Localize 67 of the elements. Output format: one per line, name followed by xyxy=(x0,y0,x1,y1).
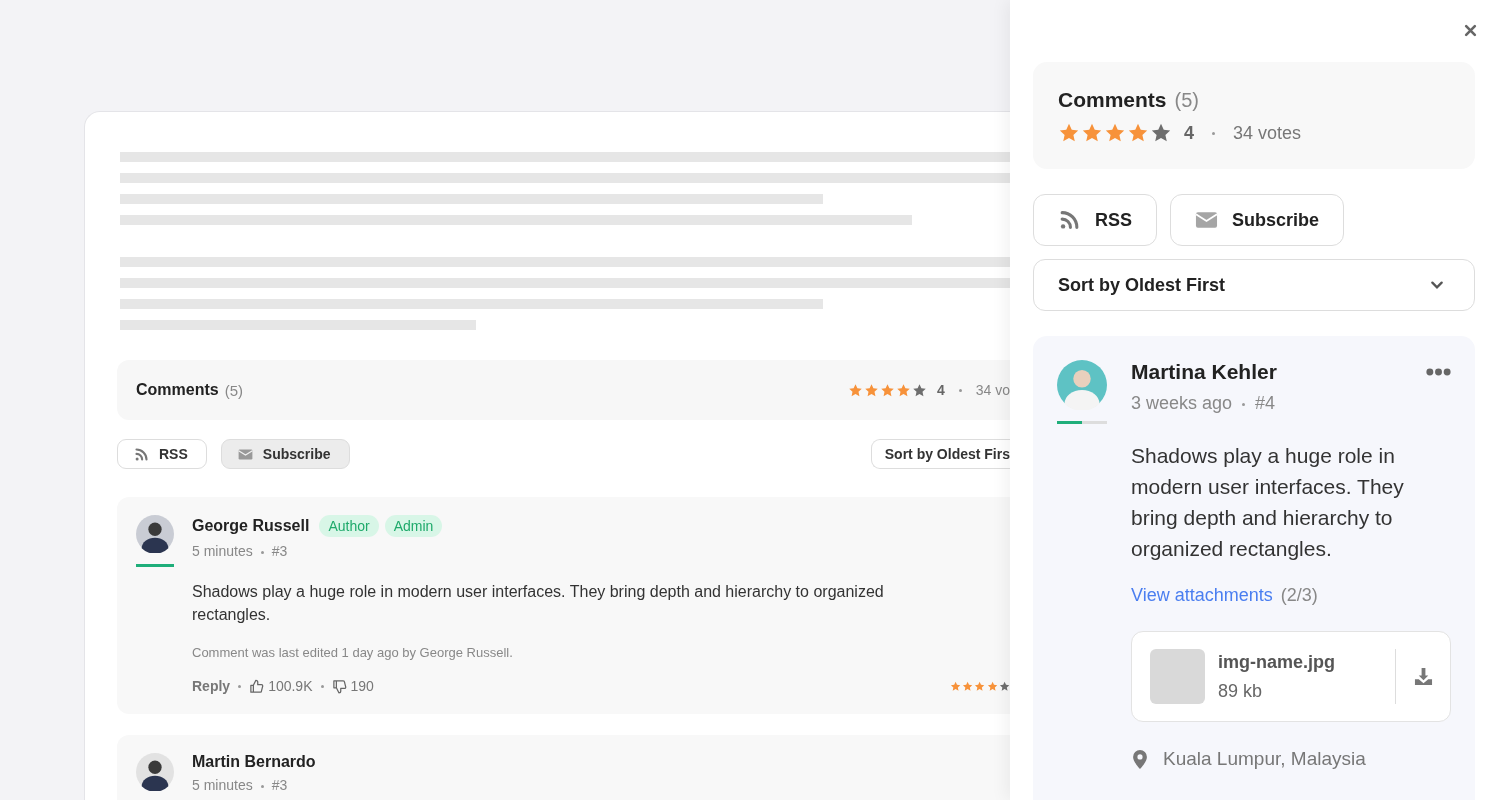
separator-dot xyxy=(1242,402,1246,406)
comments-title: Comments xyxy=(136,381,219,399)
thumbs-up-icon xyxy=(249,678,265,694)
rss-icon xyxy=(134,446,149,462)
role-badge: Author xyxy=(319,515,379,537)
comment-number: #4 xyxy=(1255,393,1276,413)
star-icon xyxy=(863,382,879,398)
comments-count: (5) xyxy=(224,381,244,399)
separator-dot xyxy=(1212,131,1215,135)
author-name: Martin Bernardo xyxy=(192,753,316,771)
attachments-link[interactable]: View attachments xyxy=(1131,585,1273,606)
subscribe-button[interactable]: Subscribe xyxy=(1170,194,1345,246)
like-button[interactable]: 100.9K xyxy=(249,678,313,694)
rating-value: 4 xyxy=(1184,122,1194,144)
avatar xyxy=(136,753,174,791)
separator-dot xyxy=(260,784,264,788)
separator-dot xyxy=(958,388,962,392)
sort-dropdown[interactable]: Sort by Oldest Firs xyxy=(870,439,1010,469)
avatar xyxy=(1057,360,1107,410)
file-name: img-name.jpg xyxy=(1218,651,1336,673)
separator-dot xyxy=(260,550,264,554)
image-thumbnail xyxy=(1150,649,1205,704)
rss-button[interactable]: RSS xyxy=(1033,194,1157,246)
star-icon xyxy=(1104,122,1126,144)
comment-number: #3 xyxy=(271,543,288,559)
reply-link[interactable]: Reply xyxy=(192,678,231,694)
comment-time: 5 minutes xyxy=(192,777,253,793)
sort-dropdown[interactable]: Sort by Oldest First xyxy=(1033,259,1475,311)
rss-button[interactable]: RSS xyxy=(117,439,207,469)
star-icon xyxy=(1150,122,1172,144)
star-icon xyxy=(847,382,863,398)
star-icon xyxy=(879,382,895,398)
separator-dot xyxy=(238,684,242,688)
star-icon xyxy=(1058,122,1080,144)
download-icon[interactable] xyxy=(1414,667,1433,686)
dislike-button[interactable]: 190 xyxy=(331,678,374,694)
comment-text: Shadows play a huge role in modern user interfaces. They bring depth and hierarchy to organized rectangles. xyxy=(192,582,885,625)
comment-number: #3 xyxy=(271,777,288,793)
attachments-count: (2/3) xyxy=(1280,585,1318,606)
author-name: George Russell xyxy=(192,517,310,535)
author-name: Martina Kehler xyxy=(1131,360,1277,384)
role-badge: Admin xyxy=(384,515,443,537)
avatar xyxy=(136,515,174,553)
votes-count: 34 votes xyxy=(1233,122,1302,144)
separator-dot xyxy=(320,684,324,688)
location-pin-icon xyxy=(1133,749,1147,769)
rss-icon xyxy=(1058,209,1081,231)
subscribe-button[interactable]: Subscribe xyxy=(220,439,350,469)
close-icon[interactable] xyxy=(1464,24,1477,37)
chevron-down-icon xyxy=(1430,280,1444,290)
location-text: Kuala Lumpur, Malaysia xyxy=(1163,748,1366,770)
more-icon[interactable] xyxy=(1426,368,1451,376)
star-icon xyxy=(895,382,911,398)
file-size: 89 kb xyxy=(1218,680,1264,702)
star-icon xyxy=(1081,122,1103,144)
thumbs-down-icon xyxy=(331,678,347,694)
comment-time: 3 weeks ago xyxy=(1131,393,1233,413)
star-icon xyxy=(1127,122,1149,144)
comments-title: Comments xyxy=(1058,88,1167,112)
comment-text: Shadows play a huge role in modern user interfaces. They bring depth and hierarchy to organized rectangles. xyxy=(1131,443,1405,562)
comment-time: 5 minutes xyxy=(192,543,253,559)
votes-count: 34 vo xyxy=(975,382,1010,398)
envelope-icon xyxy=(1195,209,1218,231)
star-icon xyxy=(911,382,927,398)
edit-note: Comment was last edited 1 day ago by George Russell. xyxy=(192,645,514,660)
comments-count: (5) xyxy=(1174,88,1199,112)
rating-value: 4 xyxy=(936,382,945,398)
